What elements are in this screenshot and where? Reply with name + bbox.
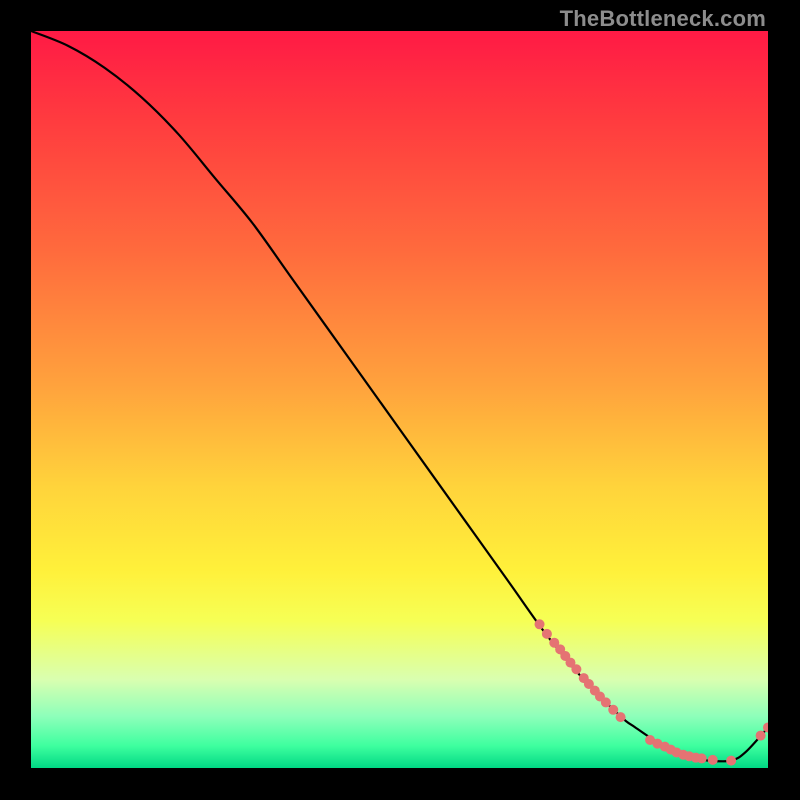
chart-container: TheBottleneck.com [0,0,800,800]
data-marker [726,756,736,766]
data-marker [601,697,611,707]
watermark-text: TheBottleneck.com [560,6,766,32]
plot-area [31,31,768,768]
marker-group [535,619,768,765]
data-marker [616,712,626,722]
data-marker [542,629,552,639]
data-marker [535,619,545,629]
bottleneck-curve [31,31,768,761]
data-marker [608,705,618,715]
data-marker [697,753,707,763]
data-marker [571,664,581,674]
data-marker [756,731,766,741]
data-marker [708,755,718,765]
curve-svg [31,31,768,768]
